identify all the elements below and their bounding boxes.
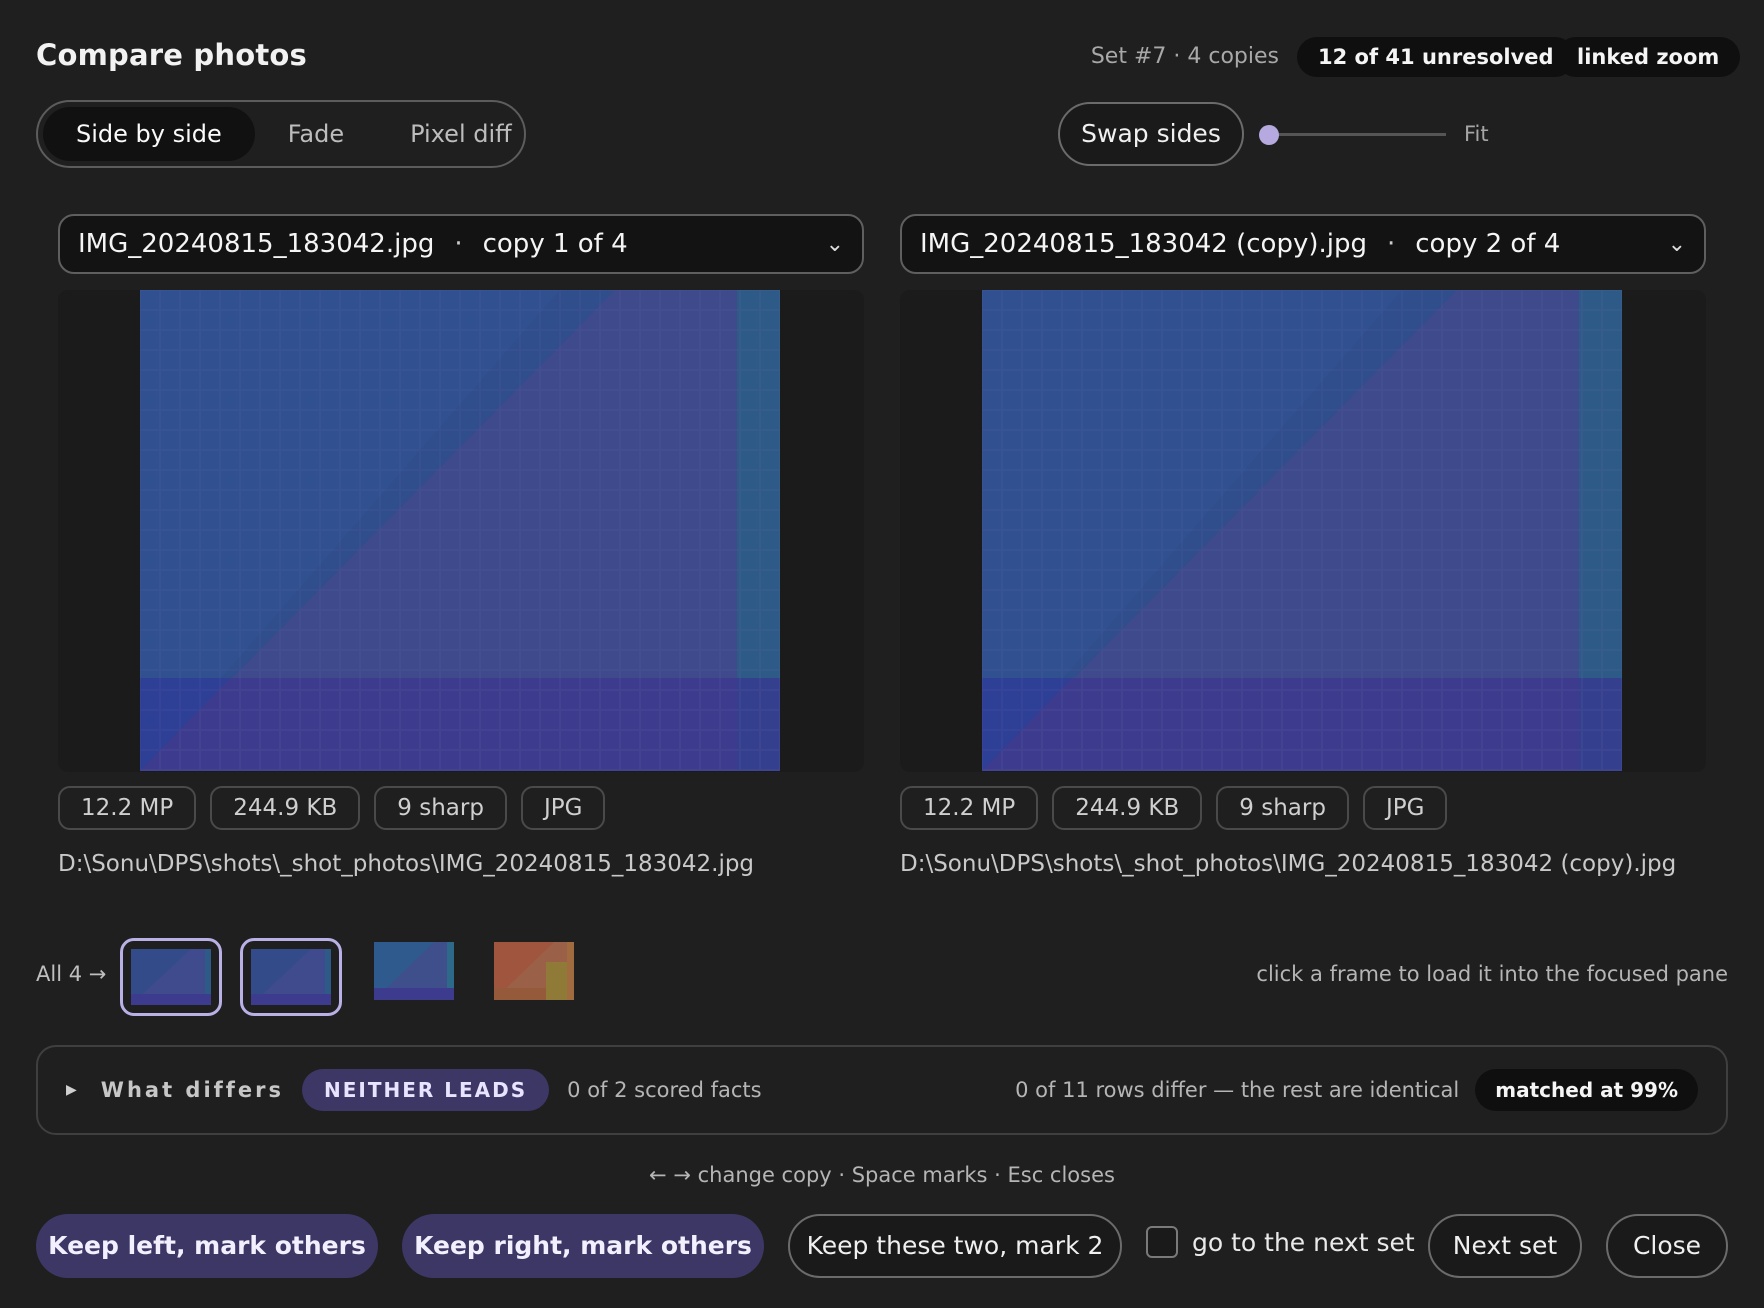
mode-pixel-diff[interactable]: Pixel diff bbox=[377, 107, 545, 161]
right-badge-megapixels: 12.2 MP bbox=[900, 786, 1039, 830]
set-info: Set #7 · 4 copies bbox=[1090, 44, 1279, 69]
thumbnail-copy-4[interactable] bbox=[494, 942, 574, 1000]
next-set-checkbox[interactable] bbox=[1146, 1226, 1178, 1258]
match-badge: matched at 99% bbox=[1475, 1069, 1698, 1111]
swap-sides-button[interactable]: Swap sides bbox=[1058, 102, 1244, 166]
mode-side-by-side[interactable]: Side by side bbox=[43, 107, 255, 161]
keep-left-button[interactable]: Keep left, mark others bbox=[36, 1214, 378, 1278]
right-file-select[interactable]: IMG_20240815_183042 (copy).jpg · copy 2 … bbox=[900, 214, 1706, 274]
right-badge-format: JPG bbox=[1362, 786, 1448, 830]
left-filename: IMG_20240815_183042.jpg bbox=[78, 229, 435, 259]
all-copies-label: All 4 → bbox=[36, 962, 107, 986]
rows-differ-summary: 0 of 11 rows differ — the rest are ident… bbox=[1015, 1078, 1460, 1102]
left-file-select[interactable]: IMG_20240815_183042.jpg · copy 1 of 4 ⌄ bbox=[58, 214, 864, 274]
what-differs-title[interactable]: What differs bbox=[101, 1078, 284, 1102]
right-photo bbox=[982, 290, 1622, 771]
keep-both-button[interactable]: Keep these two, mark 2 bbox=[788, 1214, 1122, 1278]
right-badge-filesize: 244.9 KB bbox=[1052, 786, 1203, 830]
linked-zoom-badge[interactable]: linked zoom bbox=[1556, 37, 1741, 77]
strip-hint: click a frame to load it into the focuse… bbox=[1256, 962, 1728, 986]
left-badge-format: JPG bbox=[520, 786, 606, 830]
chevron-down-icon: ⌄ bbox=[825, 231, 844, 257]
thumbnail-copy-2[interactable] bbox=[240, 938, 342, 1016]
right-badges: 12.2 MP 244.9 KB 9 sharp JPG bbox=[900, 786, 1448, 830]
left-badge-megapixels: 12.2 MP bbox=[58, 786, 197, 830]
next-set-checkbox-row[interactable]: go to the next set bbox=[1146, 1226, 1415, 1258]
left-badges: 12.2 MP 244.9 KB 9 sharp JPG bbox=[58, 786, 606, 830]
right-copy-index: copy 2 of 4 bbox=[1415, 229, 1561, 259]
view-mode-switch: Side by side Fade Pixel diff bbox=[36, 100, 526, 168]
right-file-path: D:\Sonu\DPS\shots\_shot_photos\IMG_20240… bbox=[900, 851, 1677, 877]
expand-caret-icon[interactable]: ▶ bbox=[66, 1082, 77, 1098]
neither-leads-badge: NEITHER LEADS bbox=[302, 1069, 550, 1111]
left-file-path: D:\Sonu\DPS\shots\_shot_photos\IMG_20240… bbox=[58, 851, 755, 877]
close-button[interactable]: Close bbox=[1606, 1214, 1728, 1278]
left-badge-filesize: 244.9 KB bbox=[210, 786, 361, 830]
zoom-slider-track[interactable] bbox=[1270, 133, 1446, 136]
what-differs-panel: ▶ What differs NEITHER LEADS 0 of 2 scor… bbox=[36, 1045, 1728, 1135]
next-set-checkbox-label[interactable]: go to the next set bbox=[1192, 1228, 1415, 1257]
left-preview-pane[interactable] bbox=[58, 290, 864, 772]
next-set-button[interactable]: Next set bbox=[1428, 1214, 1582, 1278]
right-preview-pane[interactable] bbox=[900, 290, 1706, 772]
left-badge-sharpness: 9 sharp bbox=[374, 786, 507, 830]
zoom-slider-handle[interactable] bbox=[1259, 125, 1279, 145]
page-title: Compare photos bbox=[36, 38, 307, 72]
right-filename: IMG_20240815_183042 (copy).jpg bbox=[920, 229, 1367, 259]
left-photo bbox=[140, 290, 780, 771]
keyboard-shortcuts-hint: ← → change copy · Space marks · Esc clos… bbox=[649, 1163, 1115, 1187]
right-badge-sharpness: 9 sharp bbox=[1216, 786, 1349, 830]
mode-fade[interactable]: Fade bbox=[255, 107, 377, 161]
chevron-down-icon: ⌄ bbox=[1667, 231, 1686, 257]
left-copy-index: copy 1 of 4 bbox=[482, 229, 628, 259]
unresolved-badge: 12 of 41 unresolved bbox=[1297, 37, 1575, 77]
thumbnail-copy-3[interactable] bbox=[374, 942, 454, 1000]
left-separator: · bbox=[454, 229, 463, 259]
thumbnail-copy-1[interactable] bbox=[120, 938, 222, 1016]
keep-right-button[interactable]: Keep right, mark others bbox=[402, 1214, 764, 1278]
right-separator: · bbox=[1386, 229, 1396, 259]
zoom-label: Fit bbox=[1464, 122, 1489, 146]
scored-facts: 0 of 2 scored facts bbox=[567, 1078, 762, 1102]
